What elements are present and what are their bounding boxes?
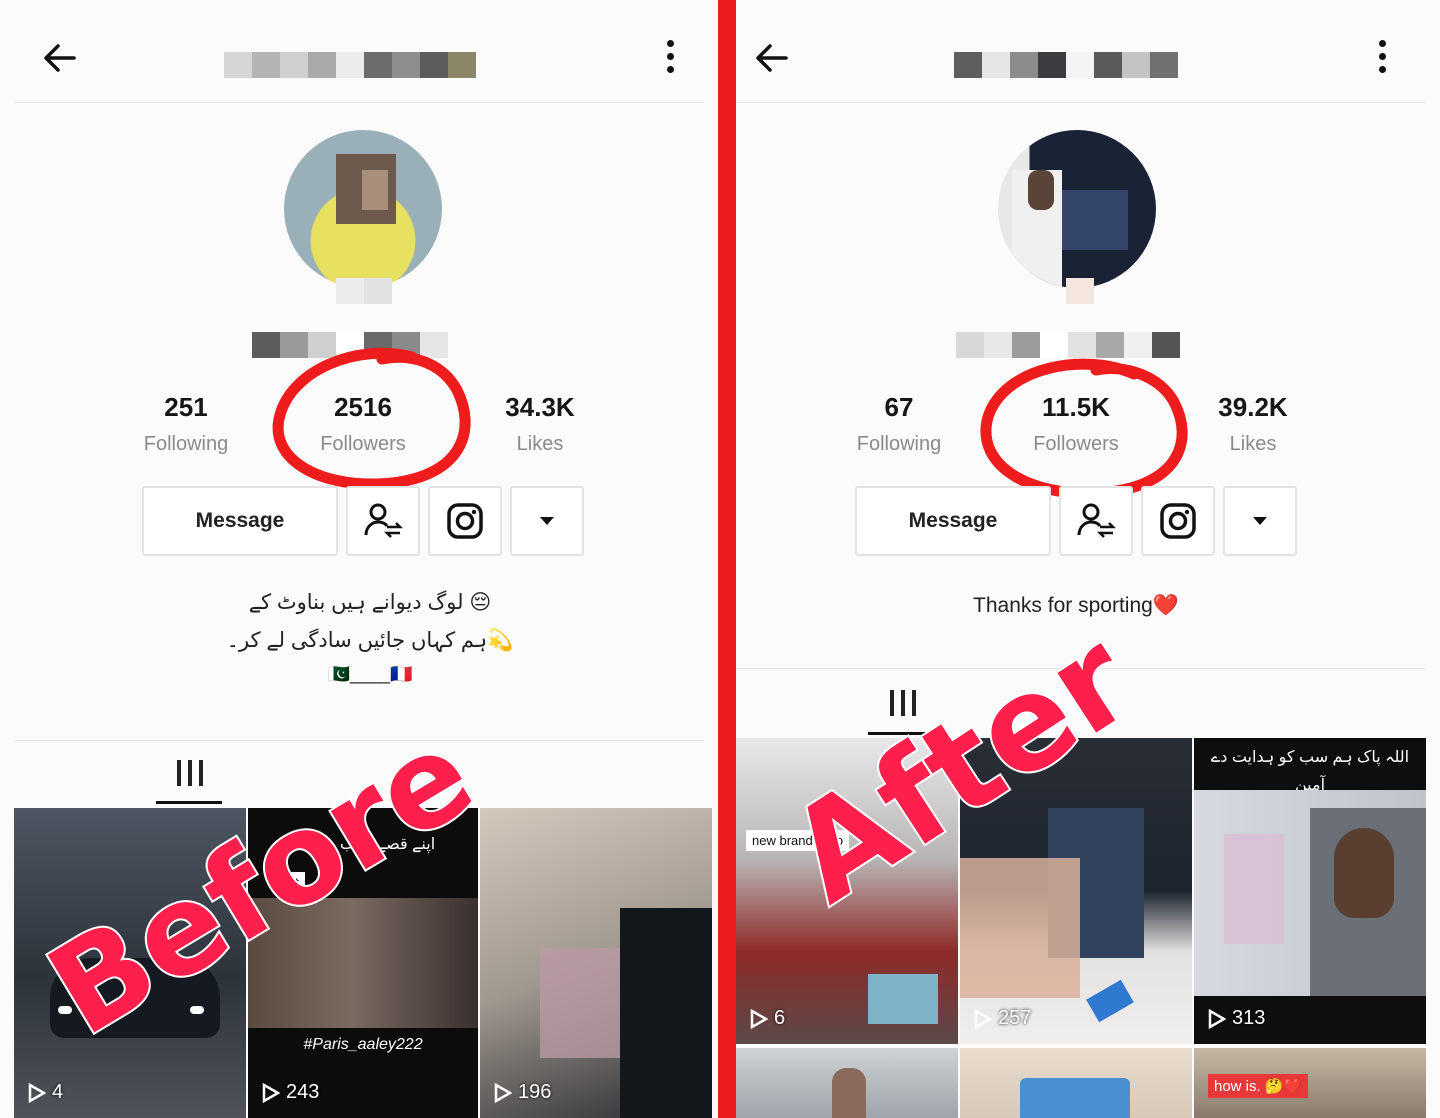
play-icon	[974, 1008, 992, 1029]
instagram-button[interactable]	[428, 486, 502, 556]
more-vertical-icon[interactable]	[664, 40, 676, 76]
following-count: 67	[884, 392, 914, 422]
stat-following[interactable]: 67 Following	[819, 392, 979, 456]
stat-following[interactable]: 251 Following	[106, 392, 266, 456]
back-arrow-icon[interactable]	[40, 38, 80, 78]
videos-tab-indicator	[156, 801, 222, 804]
following-label: Following	[856, 433, 942, 455]
view-count: 243	[262, 1081, 319, 1104]
username-blurred	[954, 52, 1178, 78]
after-panel: 67 Following 11.5K Followers 39.2K Likes…	[736, 0, 1440, 1118]
bio-line-3: 🇵🇰____🇫🇷	[327, 664, 413, 684]
avatar	[998, 130, 1156, 288]
instagram-button[interactable]	[1141, 486, 1215, 556]
view-count: 196	[494, 1081, 551, 1104]
followers-highlight-circle	[980, 358, 1188, 499]
view-count: 4	[28, 1081, 63, 1104]
play-icon	[1208, 1008, 1226, 1029]
username-blurred	[224, 52, 476, 78]
avatar-blurred-edge	[1066, 278, 1094, 304]
message-button[interactable]: Message	[142, 486, 338, 556]
back-arrow-icon[interactable]	[752, 38, 792, 78]
red-divider	[718, 0, 736, 1118]
add-friend-button[interactable]	[346, 486, 420, 556]
likes-label: Likes	[516, 433, 564, 455]
top-bar	[736, 0, 1426, 103]
dropdown-caret-icon	[1253, 517, 1267, 525]
video-tile[interactable]	[736, 1048, 958, 1118]
stat-likes: 34.3K Likes	[460, 392, 620, 456]
grid-icon[interactable]	[177, 760, 203, 786]
before-panel: 251 Following 2516 Followers 34.3K Likes…	[0, 0, 718, 1118]
view-count: 6	[750, 1007, 785, 1030]
play-icon	[262, 1082, 280, 1103]
tile-caption: how is. 🤔❤️	[1208, 1074, 1309, 1098]
instagram-icon	[1160, 503, 1196, 539]
bio-line-1: لوگ دیوانے ہیں بناوٹ کے 😔	[248, 591, 492, 614]
tile-caption: #Paris_aaley222	[303, 1036, 423, 1053]
add-friend-button[interactable]	[1059, 486, 1133, 556]
following-label: Following	[143, 433, 229, 455]
dropdown-caret-icon	[540, 517, 554, 525]
avatar-blurred-edge	[336, 278, 392, 304]
more-vertical-icon[interactable]	[1376, 40, 1388, 76]
message-button[interactable]: Message	[855, 486, 1051, 556]
followers-highlight-circle	[272, 347, 471, 490]
add-friend-icon	[1077, 503, 1116, 538]
add-friend-icon	[364, 503, 403, 538]
top-bar	[14, 0, 704, 103]
bio-line-2: ہم کہاں جائیں سادگی لے کر۔💫	[226, 629, 514, 652]
video-tile[interactable]	[960, 1048, 1192, 1118]
view-count: 313	[1208, 1007, 1265, 1030]
avatar	[284, 130, 442, 288]
play-icon	[28, 1082, 46, 1103]
play-icon	[494, 1082, 512, 1103]
more-options-dropdown[interactable]	[1223, 486, 1297, 556]
instagram-icon	[447, 503, 483, 539]
following-count: 251	[164, 392, 208, 422]
more-options-dropdown[interactable]	[510, 486, 584, 556]
video-tile[interactable]: how is. 🤔❤️	[1194, 1048, 1426, 1118]
view-count: 257	[974, 1007, 1031, 1030]
video-tile[interactable]: اللہ پاک ہم سب کو ہدایت دے آمین 313	[1194, 738, 1426, 1044]
likes-count: 34.3K	[505, 392, 575, 422]
play-icon	[750, 1008, 768, 1029]
video-tile[interactable]: 196	[480, 808, 712, 1118]
